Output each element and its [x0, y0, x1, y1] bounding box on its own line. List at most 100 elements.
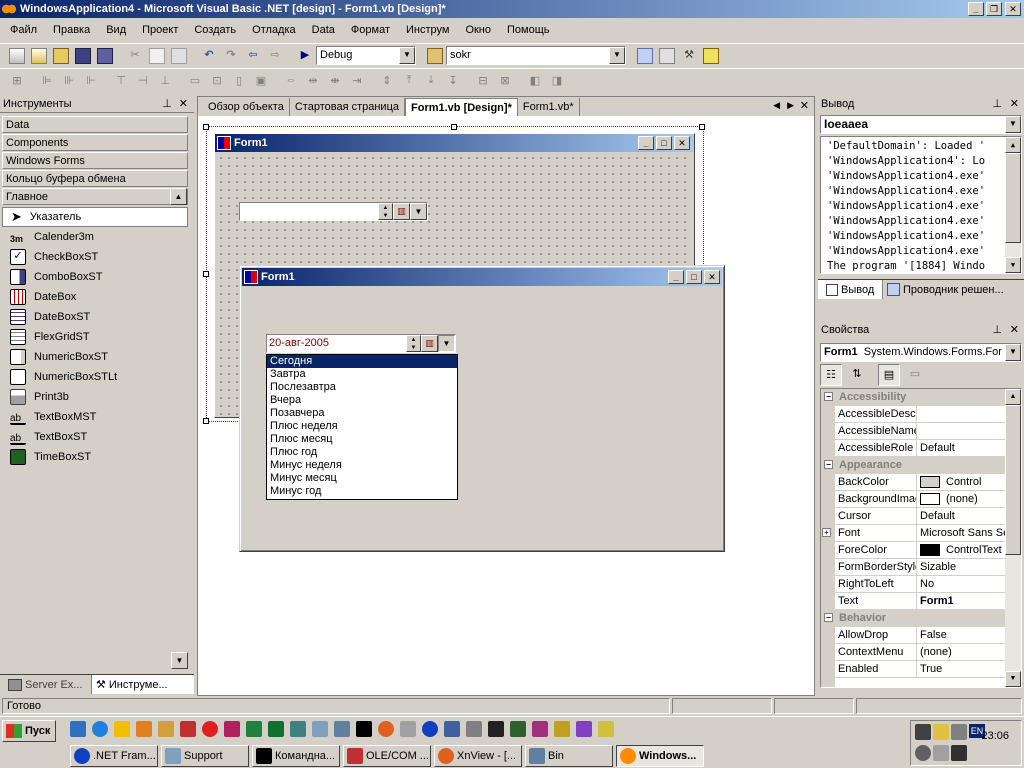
toolbox-item-flexgridst[interactable]: FlexGridST [2, 327, 188, 347]
menu-help[interactable]: Помощь [499, 20, 558, 42]
property-row[interactable]: AccessibleRole Default [835, 440, 1005, 457]
properties-window-icon[interactable] [659, 47, 675, 64]
scroll-up-button[interactable]: ▲ [1005, 389, 1021, 405]
date-list-item[interactable]: Минус месяц [267, 472, 457, 485]
app-icon[interactable] [246, 721, 262, 737]
chevron-down-icon[interactable]: ▼ [1005, 116, 1021, 133]
resize-handle[interactable] [203, 124, 209, 130]
tray-icon[interactable] [951, 745, 967, 761]
window-title-bar[interactable]: WindowsApplication4 - Microsoft Visual B… [0, 0, 1024, 18]
menu-project[interactable]: Проект [134, 20, 186, 42]
internet-explorer-icon[interactable] [92, 721, 108, 737]
date-list-item[interactable]: Завтра [267, 368, 457, 381]
property-row[interactable]: Cursor Default [835, 508, 1005, 525]
scroll-down-button[interactable]: ▼ [1005, 257, 1021, 273]
restore-button[interactable]: ❐ [986, 2, 1002, 16]
date-list-item[interactable]: Вчера [267, 394, 457, 407]
solution-config-select[interactable]: Debug ▼ [316, 46, 416, 65]
task-button[interactable]: OLE/COM ... [343, 745, 431, 767]
property-row[interactable]: BackColor Control [835, 474, 1005, 491]
toolbox-item-timeboxst[interactable]: TimeBoxST [2, 447, 188, 467]
date-list-item[interactable]: Плюс месяц [267, 433, 457, 446]
tab-object-browser[interactable]: Обзор объекта [203, 98, 290, 116]
app-icon[interactable] [466, 721, 482, 737]
open-folder-icon[interactable] [53, 47, 69, 64]
toolbox-item-dateboxst[interactable]: DateBoxST [2, 307, 188, 327]
property-row[interactable]: + Font Microsoft Sans Ser [822, 525, 1005, 542]
task-button[interactable]: .NET Fram... [70, 745, 158, 767]
property-row[interactable]: BackgroundImag (none) [835, 491, 1005, 508]
find-combo[interactable]: sokr ▼ [446, 46, 626, 65]
chevron-down-icon[interactable]: ▼ [1005, 344, 1021, 361]
date-list-item[interactable]: Сегодня [267, 355, 457, 368]
property-row[interactable]: RightToLeft No [835, 576, 1005, 593]
runtime-form-caption[interactable]: Form1 _ □ ✕ [242, 268, 722, 286]
app-icon[interactable] [444, 721, 460, 737]
calendar-icon[interactable]: ▥ [421, 335, 438, 352]
help-icon[interactable] [422, 721, 438, 737]
vertical-spacing-remove-icon[interactable]: ↧ [445, 74, 461, 90]
size-to-grid-icon[interactable]: ⊡ [209, 74, 225, 90]
align-tops-icon[interactable]: ⊤ [113, 74, 129, 90]
menu-window[interactable]: Окно [457, 20, 499, 42]
tab-solution-explorer[interactable]: Проводник решен... [882, 280, 1024, 299]
app-icon[interactable] [136, 721, 152, 737]
app-icon[interactable] [400, 721, 416, 737]
toolbox-item-pointer[interactable]: ➤ Указатель [2, 207, 188, 227]
output-pane-select[interactable]: Ioeaaea ▼ [820, 115, 1022, 134]
menu-data[interactable]: Data [304, 20, 343, 42]
make-same-width-icon[interactable]: ▭ [187, 74, 203, 90]
toolbox-item-print3b[interactable]: Print3b [2, 387, 188, 407]
excel-icon[interactable] [268, 721, 284, 737]
minimize-button[interactable]: _ [668, 270, 684, 284]
center-vertically-icon[interactable]: ⊠ [497, 74, 513, 90]
outlook-icon[interactable] [114, 721, 130, 737]
app-icon[interactable] [576, 721, 592, 737]
property-category-behavior[interactable]: − Behavior [821, 610, 1005, 627]
clock[interactable]: 23:06 [981, 730, 1009, 742]
task-button-active[interactable]: Windows... [616, 745, 704, 767]
toolbox-tab-components[interactable]: Components [2, 134, 188, 151]
scroll-up-button[interactable]: ▲ [1005, 137, 1021, 153]
menu-build[interactable]: Создать [186, 20, 244, 42]
copy-icon[interactable] [149, 47, 165, 64]
app-icon[interactable] [532, 721, 548, 737]
task-button[interactable]: Bin [525, 745, 613, 767]
align-to-grid-icon[interactable]: ⊞ [9, 74, 25, 90]
paste-icon[interactable] [171, 47, 187, 64]
scroll-tabs-right-icon[interactable]: ▶ [787, 100, 794, 111]
close-icon[interactable]: ✕ [1010, 322, 1019, 338]
app-icon[interactable] [488, 721, 504, 737]
tab-server-explorer[interactable]: Server Ex... [0, 675, 92, 694]
task-button[interactable]: Support [161, 745, 249, 767]
alphabetical-icon[interactable]: ⇅ [846, 364, 868, 386]
bring-to-front-icon[interactable]: ◧ [527, 74, 543, 90]
toolbox-item-numericboxstlt[interactable]: NumericBoxSTLt [2, 367, 188, 387]
align-rights-icon[interactable]: ⊩ [83, 74, 99, 90]
toolbox-item-textboxmst[interactable]: ab TextBoxMST [2, 407, 188, 427]
app-icon[interactable] [554, 721, 570, 737]
align-bottoms-icon[interactable]: ⊥ [157, 74, 173, 90]
app-icon[interactable] [202, 721, 218, 737]
app-icon[interactable] [224, 721, 240, 737]
output-scrollbar[interactable]: ▲ ▼ [1005, 137, 1021, 273]
resize-handle[interactable] [203, 418, 209, 424]
app-icon[interactable] [598, 721, 614, 737]
horizontal-spacing-decrease-icon[interactable]: ⇼ [327, 74, 343, 90]
toolbox-tab-general[interactable]: Главное ▲ [2, 188, 188, 205]
navigate-forward-icon[interactable]: ⇨ [267, 48, 283, 64]
tray-icon[interactable] [915, 745, 931, 761]
property-row[interactable]: FormBorderStyle Sizable [835, 559, 1005, 576]
make-same-size-icon[interactable]: ▣ [253, 74, 269, 90]
resize-handle[interactable] [203, 271, 209, 277]
property-scrollbar[interactable]: ▲ ▼ [1005, 389, 1021, 687]
vertical-spacing-increase-icon[interactable]: ⤒ [401, 74, 417, 90]
app-icon[interactable] [180, 721, 196, 737]
toolbox-tab-data[interactable]: Data [2, 116, 188, 133]
make-same-height-icon[interactable]: ▯ [231, 74, 247, 90]
scroll-tabs-left-icon[interactable]: ◀ [773, 100, 780, 111]
class-view-icon[interactable] [703, 47, 719, 64]
minimize-button[interactable]: _ [968, 2, 984, 16]
designer-surface[interactable]: Form1 _ □ ✕ ▲ ▼ ▥ ▼ Form1 _ □ ✕ 20-авг-2… [198, 118, 814, 695]
menu-tools[interactable]: Инструм [398, 20, 457, 42]
